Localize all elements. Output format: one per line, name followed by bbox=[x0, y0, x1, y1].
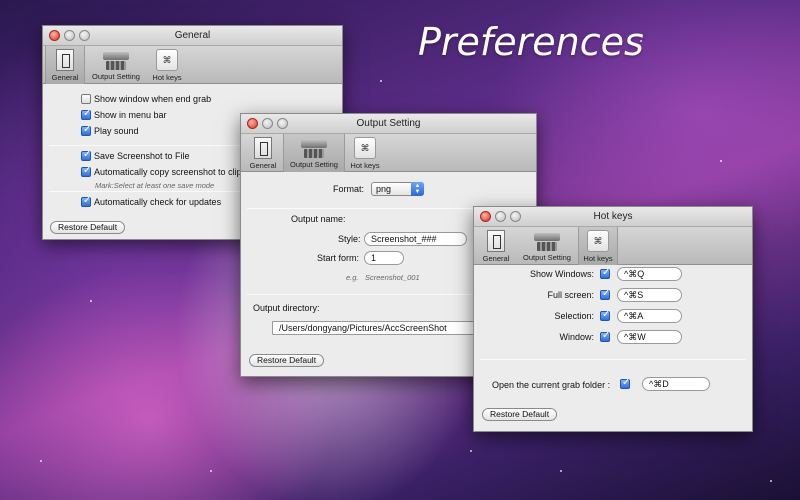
hotkey-input-selection[interactable]: ^⌘A bbox=[617, 309, 682, 323]
style-input[interactable]: Screenshot_### bbox=[364, 232, 467, 246]
close-button[interactable] bbox=[247, 118, 258, 129]
option-show-in-menu-bar[interactable]: Show in menu bar bbox=[81, 108, 167, 120]
checkbox[interactable] bbox=[81, 108, 91, 120]
hotkey-checkbox-full-screen[interactable] bbox=[600, 288, 610, 300]
command-key-icon: ⌘ bbox=[587, 230, 609, 252]
output-setting-icon bbox=[301, 140, 327, 158]
option-show-window[interactable]: Show window when end grab bbox=[81, 94, 211, 104]
start-form-input[interactable]: 1 bbox=[364, 251, 404, 265]
minimize-button[interactable] bbox=[64, 30, 75, 41]
window-title: General bbox=[174, 30, 211, 41]
chevron-up-down-icon: ▲ ▼ bbox=[411, 182, 424, 196]
save-mode-note: Mark:Select at least one save mode bbox=[95, 181, 215, 190]
output-titlebar[interactable]: Output Setting bbox=[241, 114, 536, 134]
tab-output-setting[interactable]: Output Setting bbox=[283, 134, 345, 172]
hotkeys-titlebar[interactable]: Hot keys bbox=[474, 207, 752, 227]
output-directory-input[interactable]: /Users/dongyang/Pictures/AccScreenShot bbox=[272, 321, 477, 335]
hotkey-checkbox-show-windows[interactable] bbox=[600, 267, 610, 279]
format-select[interactable]: png ▲ ▼ bbox=[371, 182, 424, 196]
checkbox[interactable] bbox=[81, 149, 91, 161]
minimize-button[interactable] bbox=[495, 211, 506, 222]
general-icon bbox=[487, 230, 505, 252]
zoom-button[interactable] bbox=[510, 211, 521, 222]
close-button[interactable] bbox=[480, 211, 491, 222]
example-prefix: e.g. bbox=[346, 273, 359, 282]
general-icon bbox=[56, 49, 74, 71]
checkbox[interactable] bbox=[81, 165, 91, 177]
hotkey-label-selection: Selection: bbox=[554, 311, 594, 321]
grab-folder-checkbox[interactable] bbox=[620, 377, 630, 389]
hotkey-input-show-windows[interactable]: ^⌘Q bbox=[617, 267, 682, 281]
hotkey-checkbox-selection[interactable] bbox=[600, 309, 610, 321]
grab-folder-hotkey-input[interactable]: ^⌘D bbox=[642, 377, 710, 391]
tab-hot-keys[interactable]: ⌘ Hot keys bbox=[578, 227, 618, 265]
hotkey-input-full-screen[interactable]: ^⌘S bbox=[617, 288, 682, 302]
start-form-label: Start form: bbox=[317, 253, 360, 263]
preferences-toolbar: General Output Setting ⌘ Hot keys bbox=[241, 134, 536, 172]
zoom-button[interactable] bbox=[277, 118, 288, 129]
hotkey-input-window[interactable]: ^⌘W bbox=[617, 330, 682, 344]
example-value: Screenshot_001 bbox=[365, 273, 420, 282]
tab-hot-keys[interactable]: ⌘ Hot keys bbox=[345, 134, 385, 172]
option-save-to-file[interactable]: Save Screenshot to File bbox=[81, 149, 190, 161]
output-directory-label: Output directory: bbox=[253, 303, 320, 313]
option-copy-to-clipboard[interactable]: Automatically copy screenshot to clipb bbox=[81, 165, 247, 177]
tab-general[interactable]: General bbox=[476, 227, 516, 265]
option-play-sound[interactable]: Play sound bbox=[81, 124, 139, 136]
general-titlebar[interactable]: General bbox=[43, 26, 342, 46]
restore-default-button[interactable]: Restore Default bbox=[249, 354, 325, 367]
command-key-icon: ⌘ bbox=[156, 49, 178, 71]
hot-keys-window: Hot keys General Output Setting ⌘ Hot ke… bbox=[473, 206, 753, 432]
tab-general[interactable]: General bbox=[45, 46, 85, 84]
preferences-toolbar: General Output Setting ⌘ Hot keys bbox=[43, 46, 342, 84]
window-title: Hot keys bbox=[593, 211, 633, 222]
hotkey-label-show-windows: Show Windows: bbox=[529, 269, 594, 279]
option-check-updates[interactable]: Automatically check for updates bbox=[81, 195, 221, 207]
close-button[interactable] bbox=[49, 30, 60, 41]
format-label: Format: bbox=[333, 184, 365, 194]
divider bbox=[480, 359, 746, 360]
tab-output-setting[interactable]: Output Setting bbox=[85, 46, 147, 84]
zoom-button[interactable] bbox=[79, 30, 90, 41]
restore-default-button[interactable]: Restore Default bbox=[482, 408, 558, 421]
checkbox[interactable] bbox=[81, 195, 91, 207]
output-setting-icon bbox=[103, 52, 129, 70]
tab-output-setting[interactable]: Output Setting bbox=[516, 227, 578, 265]
checkbox[interactable] bbox=[81, 124, 91, 136]
hotkey-label-full-screen: Full screen: bbox=[547, 290, 594, 300]
grab-folder-label: Open the current grab folder : bbox=[492, 380, 611, 390]
minimize-button[interactable] bbox=[262, 118, 273, 129]
output-setting-icon bbox=[534, 233, 560, 251]
hotkey-label-window: Window: bbox=[559, 332, 594, 342]
general-icon bbox=[254, 137, 272, 159]
tab-hot-keys[interactable]: ⌘ Hot keys bbox=[147, 46, 187, 84]
output-name-label: Output name: bbox=[291, 214, 346, 224]
style-label: Style: bbox=[338, 234, 361, 244]
tab-general[interactable]: General bbox=[243, 134, 283, 172]
restore-default-button[interactable]: Restore Default bbox=[50, 221, 126, 234]
hotkey-checkbox-window[interactable] bbox=[600, 330, 610, 342]
command-key-icon: ⌘ bbox=[354, 137, 376, 159]
window-title: Output Setting bbox=[356, 118, 421, 129]
checkbox[interactable] bbox=[81, 94, 91, 104]
preferences-headline: Preferences bbox=[418, 20, 644, 64]
preferences-toolbar: General Output Setting ⌘ Hot keys bbox=[474, 227, 752, 265]
